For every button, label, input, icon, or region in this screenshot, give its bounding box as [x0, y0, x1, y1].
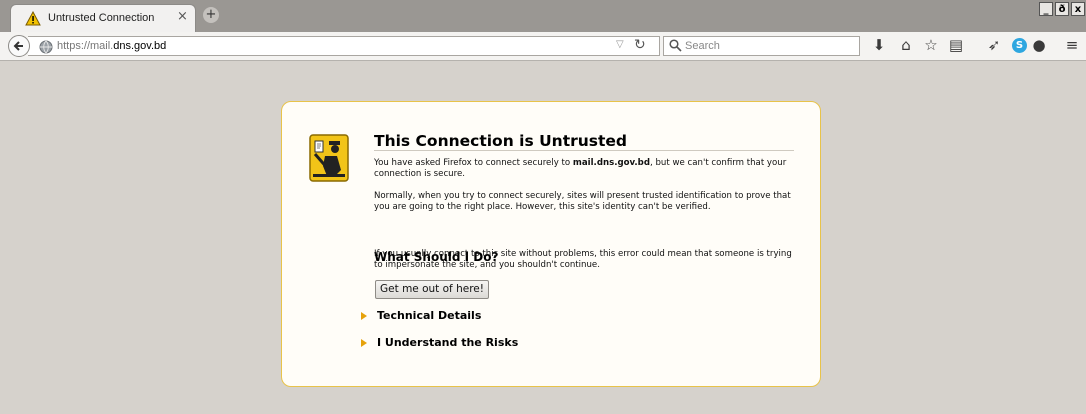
get-me-out-button[interactable]: Get me out of here! [375, 280, 489, 299]
search-icon [669, 39, 682, 52]
expand-triangle-icon [361, 339, 367, 347]
search-placeholder: Search [685, 40, 720, 52]
host-name: mail.dns.gov.bd [572, 158, 650, 168]
expand-triangle-icon [361, 312, 367, 320]
search-bar[interactable]: Search [663, 36, 860, 56]
back-arrow-icon [13, 41, 23, 51]
tab-strip: Untrusted Connection × + _ ð x [0, 0, 1086, 32]
certificate-officer-icon [309, 134, 349, 182]
reload-icon[interactable]: ↻ [634, 37, 646, 53]
bookmarks-menu-icon[interactable]: ▤ [947, 36, 965, 54]
url-bar[interactable]: https://mail.dns.gov.bd ▽ ↻ [28, 36, 660, 56]
technical-details-label: Technical Details [377, 309, 482, 322]
understand-risks-label: I Understand the Risks [377, 336, 519, 349]
warning-icon [25, 11, 41, 26]
understand-risks-expander[interactable]: I Understand the Risks [361, 336, 518, 349]
url-domain: dns.gov.bd [113, 40, 167, 52]
url-prefix: https://mail. [57, 40, 114, 52]
skype-icon[interactable]: S [1012, 38, 1027, 53]
title-divider [374, 150, 794, 151]
minimize-button[interactable]: _ [1039, 2, 1053, 16]
intro-text-start: You have asked Firefox to connect secure… [374, 158, 573, 168]
explanation-paragraph: Normally, when you try to connect secure… [374, 191, 791, 212]
maximize-button[interactable]: ð [1055, 2, 1069, 16]
bookmark-star-icon[interactable]: ☆ [922, 36, 940, 54]
downloads-icon[interactable]: ⬇ [870, 36, 888, 54]
chat-icon[interactable]: ● [1030, 36, 1048, 54]
nav-bar: https://mail.dns.gov.bd ▽ ↻ Search ⬇ ⌂ ☆… [0, 32, 1086, 61]
error-panel: This Connection is Untrusted You have as… [281, 101, 821, 387]
history-dropdown-icon[interactable]: ▽ [616, 39, 624, 50]
close-window-button[interactable]: x [1071, 2, 1085, 16]
url-text[interactable]: https://mail.dns.gov.bd [57, 40, 166, 52]
tab-close-icon[interactable]: × [177, 9, 188, 24]
page-title: This Connection is Untrusted [374, 132, 628, 150]
globe-icon[interactable] [39, 40, 53, 54]
advice-paragraph: If you usually connect to this site with… [374, 249, 792, 270]
home-icon[interactable]: ⌂ [897, 36, 915, 54]
technical-details-expander[interactable]: Technical Details [361, 309, 481, 322]
tab-title: Untrusted Connection [48, 12, 155, 24]
menu-icon[interactable]: ≡ [1063, 36, 1081, 54]
new-tab-button[interactable]: + [203, 7, 219, 23]
back-button[interactable] [8, 35, 30, 57]
send-icon[interactable]: ➶ [985, 36, 1003, 54]
window-controls: _ ð x [1038, 0, 1086, 18]
tab-untrusted-connection[interactable]: Untrusted Connection × [10, 4, 196, 32]
intro-paragraph: You have asked Firefox to connect secure… [374, 158, 794, 179]
